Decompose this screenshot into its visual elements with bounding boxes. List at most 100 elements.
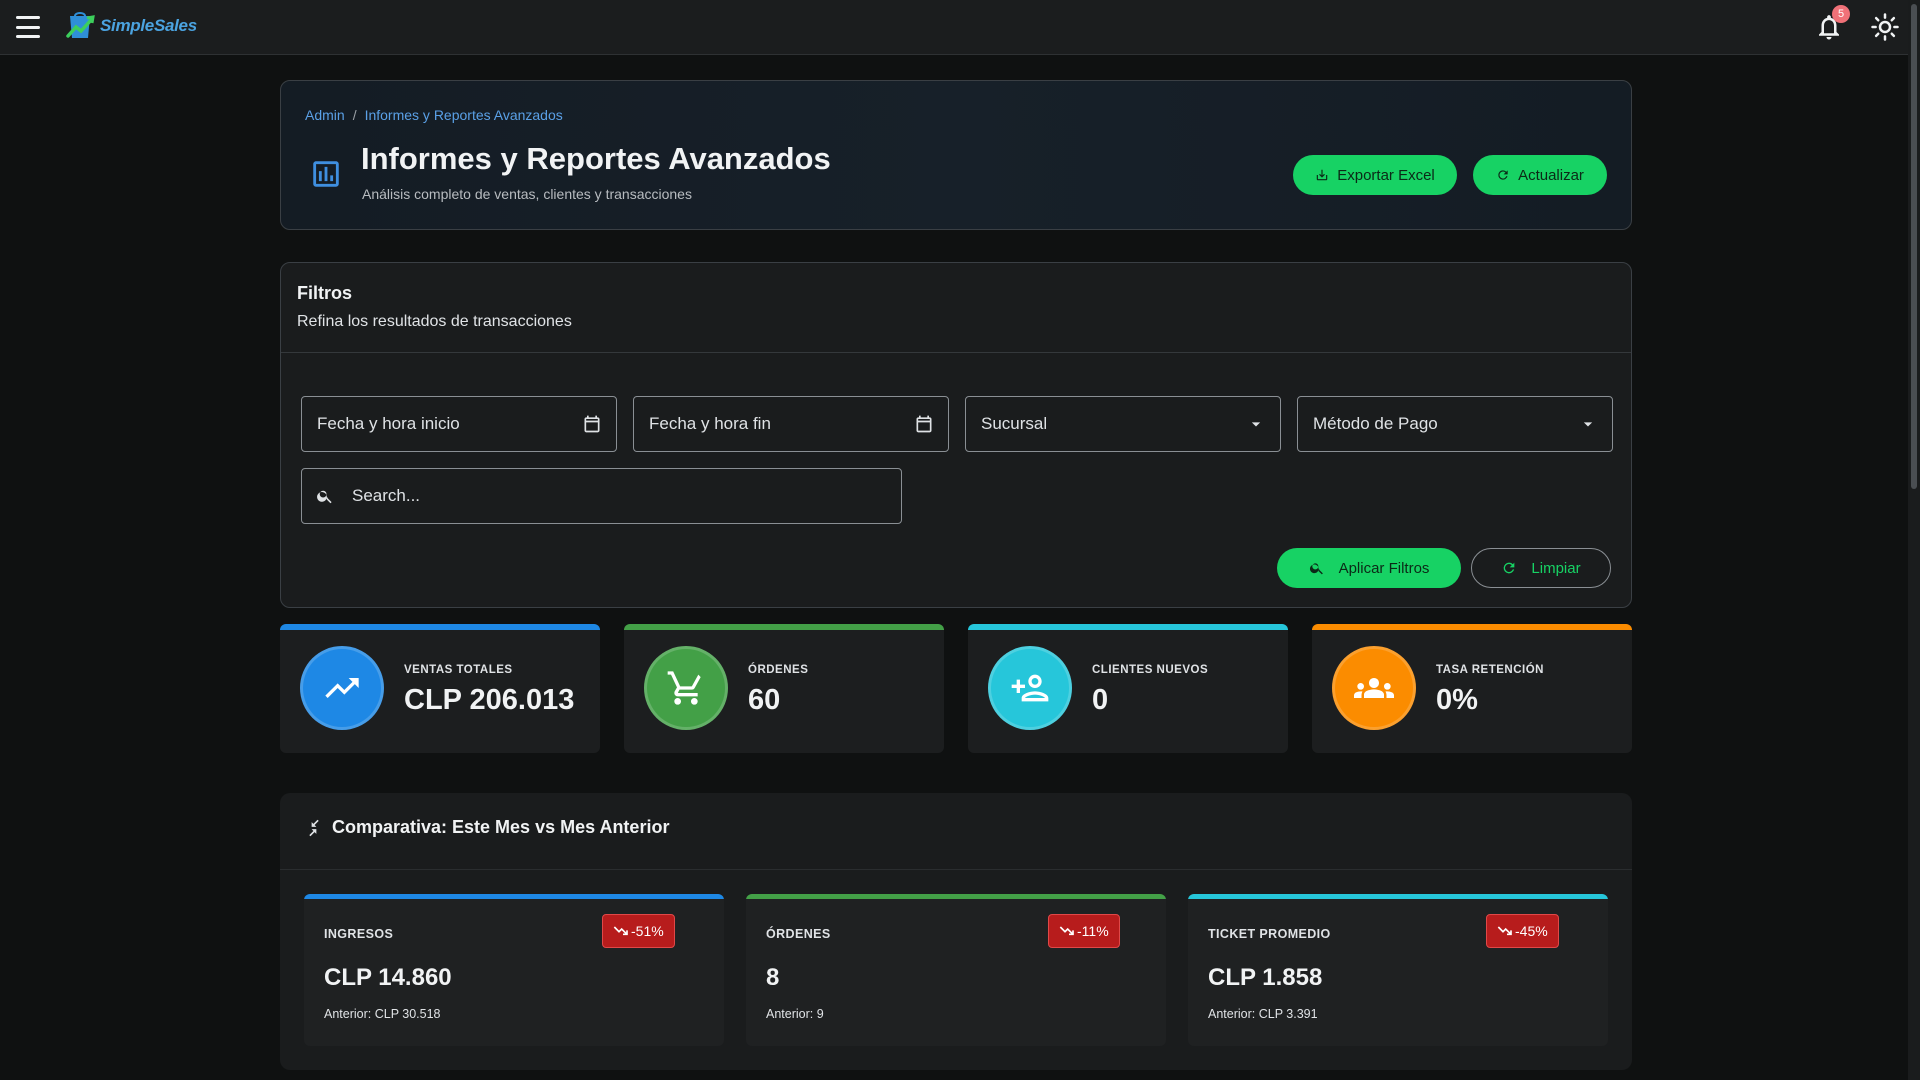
kpi-accent-bar [280, 624, 600, 630]
change-badge: -51% [602, 914, 675, 948]
refresh-icon [1504, 562, 1515, 574]
start-datetime-field[interactable]: Fecha y hora inicio [301, 396, 617, 452]
logo-icon [66, 12, 95, 38]
kpi-icon-circle [1332, 646, 1416, 730]
menu-icon[interactable] [14, 14, 42, 40]
trending-down-icon [613, 926, 628, 936]
scrollbar-thumb[interactable] [1911, 4, 1917, 489]
search-placeholder: Search... [352, 486, 421, 505]
kpi-label: CLIENTES NUEVOS [1092, 664, 1209, 676]
page-subtitle: Análisis completo de ventas, clientes y … [362, 186, 692, 202]
clear-filters-button[interactable]: Limpiar [1471, 548, 1611, 588]
start-datetime-placeholder: Fecha y hora inicio [317, 414, 460, 433]
comparison-value: 8 [766, 964, 780, 991]
comparison-card-orders: ÓRDENES -11% 8 Anterior: 9 [746, 894, 1166, 1046]
branch-select[interactable]: Sucursal [965, 396, 1281, 452]
apply-filters-label: Aplicar Filtros [1338, 559, 1430, 577]
breadcrumb: Admin / Informes y Reportes Avanzados [305, 107, 563, 123]
filters-subtitle: Refina los resultados de transacciones [297, 313, 572, 330]
branch-select-placeholder: Sucursal [981, 414, 1048, 433]
kpi-value: 60 [748, 684, 781, 716]
comparison-previous: Anterior: CLP 30.518 [324, 1007, 441, 1021]
search-icon [317, 490, 332, 504]
comparison-card-revenue: INGRESOS -51% CLP 14.860 Anterior: CLP 3… [304, 894, 724, 1046]
logo-text: SimpleSales [100, 16, 197, 35]
monthly-comparison-card: Comparativa: Este Mes vs Mes Anterior IN… [280, 793, 1632, 1070]
notification-count-badge: 5 [1832, 5, 1850, 23]
kpi-accent-bar [624, 624, 944, 630]
clear-filters-label: Limpiar [1531, 559, 1581, 577]
comparison-divider [280, 869, 1632, 870]
payment-method-select[interactable]: Método de Pago [1297, 396, 1613, 452]
search-input[interactable]: Search... [301, 468, 902, 524]
filters-divider [281, 352, 1631, 353]
trending-down-icon [1497, 926, 1512, 936]
comparison-previous: Anterior: 9 [766, 1007, 824, 1021]
filters-title: Filtros [297, 283, 353, 303]
refresh-label: Actualizar [1518, 166, 1584, 184]
kpi-value: 0 [1092, 684, 1109, 716]
kpi-label: TASA RETENCIÓN [1436, 664, 1544, 676]
comparison-value: CLP 1.858 [1208, 964, 1323, 991]
end-datetime-placeholder: Fecha y hora fin [649, 414, 771, 433]
kpi-icon-circle [644, 646, 728, 730]
comparison-accent-bar [746, 894, 1166, 899]
kpi-icon-circle [300, 646, 384, 730]
search-icon [1309, 563, 1323, 575]
person-add-icon [1011, 674, 1049, 702]
breadcrumb-admin-link[interactable]: Admin [305, 107, 345, 123]
dropdown-arrow-icon [1583, 422, 1593, 427]
comparison-previous: Anterior: CLP 3.391 [1208, 1007, 1318, 1021]
page-scrollbar[interactable] [1908, 0, 1920, 1080]
comparison-title: Comparativa: Este Mes vs Mes Anterior [332, 817, 670, 837]
kpi-card-total-sales: VENTAS TOTALES CLP 206.013 [280, 624, 600, 753]
apply-filters-button[interactable]: Aplicar Filtros [1277, 548, 1461, 588]
theme-toggle-sun-icon[interactable] [1870, 12, 1900, 42]
calendar-icon[interactable] [582, 414, 602, 434]
group-icon [1354, 678, 1394, 698]
change-percent: -51% [631, 923, 664, 939]
refresh-icon [1498, 170, 1508, 180]
cart-icon [667, 671, 701, 705]
export-excel-label: Exportar Excel [1337, 166, 1435, 184]
kpi-card-retention-rate: TASA RETENCIÓN 0% [1312, 624, 1632, 753]
payment-method-placeholder: Método de Pago [1313, 414, 1438, 433]
comparison-value: CLP 14.860 [324, 964, 452, 991]
change-percent: -45% [1515, 923, 1548, 939]
breadcrumb-separator: / [352, 107, 357, 123]
comparison-label: INGRESOS [324, 927, 394, 941]
comparison-header: Comparativa: Este Mes vs Mes Anterior [304, 817, 669, 838]
top-app-bar: SimpleSales 5 [0, 0, 1920, 55]
breadcrumb-current: Informes y Reportes Avanzados [364, 107, 563, 123]
change-badge: -45% [1486, 914, 1559, 948]
end-datetime-field[interactable]: Fecha y hora fin [633, 396, 949, 452]
comparison-accent-bar [304, 894, 724, 899]
refresh-button[interactable]: Actualizar [1473, 155, 1607, 195]
download-icon [1316, 169, 1328, 181]
comparison-label: ÓRDENES [766, 927, 831, 941]
calendar-icon[interactable] [914, 414, 934, 434]
kpi-card-orders: ÓRDENES 60 [624, 624, 944, 753]
comparison-accent-bar [1188, 894, 1608, 899]
kpi-label: VENTAS TOTALES [404, 664, 513, 676]
bar-chart-icon [313, 161, 339, 187]
dropdown-arrow-icon [1251, 422, 1261, 427]
kpi-label: ÓRDENES [748, 664, 809, 676]
page-title: Informes y Reportes Avanzados [361, 141, 831, 176]
page-header-card: Admin / Informes y Reportes Avanzados In… [280, 80, 1632, 230]
change-percent: -11% [1077, 923, 1109, 939]
compare-arrows-icon [309, 819, 319, 836]
app-logo[interactable]: SimpleSales [64, 10, 197, 42]
kpi-card-new-clients: CLIENTES NUEVOS 0 [968, 624, 1288, 753]
export-excel-button[interactable]: Exportar Excel [1293, 155, 1457, 195]
kpi-accent-bar [1312, 624, 1632, 630]
change-badge: -11% [1048, 914, 1120, 948]
filters-card: Filtros Refina los resultados de transac… [280, 262, 1632, 608]
trending-up-icon [325, 678, 359, 698]
comparison-label: TICKET PROMEDIO [1208, 927, 1331, 941]
kpi-value: CLP 206.013 [404, 684, 575, 716]
kpi-value: 0% [1436, 684, 1478, 716]
kpi-icon-circle [988, 646, 1072, 730]
trending-down-icon [1059, 926, 1074, 936]
kpi-accent-bar [968, 624, 1288, 630]
